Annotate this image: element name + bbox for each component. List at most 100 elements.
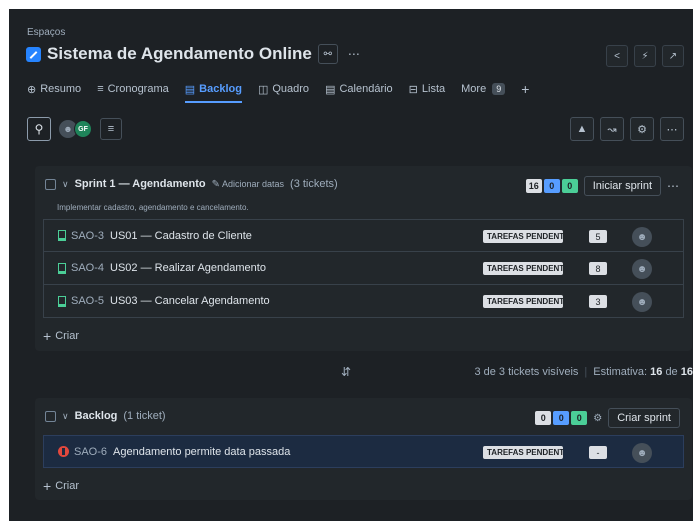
plus-icon: + (43, 478, 52, 494)
settings-icon[interactable]: ⚙ (630, 117, 654, 141)
table-row[interactable]: SAO-3 US01 — Cadastro de Cliente TAREFAS… (43, 219, 684, 252)
status-badge[interactable]: TAREFAS PENDENTES (483, 295, 563, 308)
tab-more[interactable]: More 9 (461, 79, 506, 99)
estimate-badge[interactable]: 3 (589, 295, 607, 308)
tab-bar: ⊕ Resumo ≡ Cronograma ▤ Backlog ◫ Quadro ▤ Ca… (27, 79, 529, 103)
more-options-icon[interactable]: ⋯ (660, 117, 684, 141)
start-sprint-button[interactable]: Iniciar sprint (583, 176, 661, 196)
visible-count: 3 de 3 tickets visíveis (474, 366, 579, 378)
status-badge[interactable]: TAREFAS PENDENTES (483, 230, 563, 243)
table-row[interactable]: SAO-6 Agendamento permite data passada T… (43, 435, 684, 468)
board-icon: ◫ (257, 83, 269, 96)
add-tab-button[interactable]: + (521, 79, 529, 99)
backlog-points: 0 0 0 (535, 411, 588, 425)
create-issue-button[interactable]: + Criar (43, 478, 79, 494)
backlog-icon: ▤ (184, 83, 196, 96)
tab-resumo[interactable]: ⊕ Resumo (27, 79, 81, 99)
issue-key[interactable]: SAO-4 (71, 262, 104, 274)
points-done: 0 (571, 411, 588, 425)
people-icon[interactable]: ⚯ (317, 44, 338, 64)
breadcrumb[interactable]: Espaços (27, 27, 65, 38)
avatar-group: ☻ GF (59, 120, 92, 138)
top-right-actions: < ⚡︎ ↗ (606, 45, 684, 67)
points-done: 0 (561, 179, 578, 193)
tab-backlog[interactable]: ▤ Backlog (184, 79, 243, 103)
edit-icon: ✎ (211, 178, 220, 190)
tab-label: Calendário (339, 83, 393, 95)
assignee-avatar[interactable]: ☻ (632, 259, 652, 279)
toolbar-left: ⚲ ☻ GF ≡ (27, 117, 122, 141)
issue-summary[interactable]: US03 — Cancelar Agendamento (110, 295, 270, 307)
points-in-progress: 0 (553, 411, 570, 425)
issue-key[interactable]: SAO-3 (71, 230, 104, 242)
expand-icon[interactable]: ↗ (662, 45, 684, 67)
create-label: Criar (55, 480, 80, 492)
list-icon: ⊟ (408, 83, 418, 96)
separator: | (584, 366, 588, 378)
avatar[interactable]: GF (74, 120, 92, 138)
more-actions-icon[interactable]: ⋯ (344, 47, 364, 61)
share-icon[interactable]: < (606, 45, 628, 67)
tab-lista[interactable]: ⊟ Lista (409, 79, 445, 99)
estimate-total: 16 (680, 366, 693, 378)
chevron-down-icon[interactable]: ∨ (62, 411, 69, 422)
tab-quadro[interactable]: ◫ Quadro (258, 79, 309, 99)
add-dates-label: Adicionar datas (221, 179, 285, 189)
chevron-down-icon[interactable]: ∨ (62, 179, 69, 190)
sprint-actions: 16 0 0 Iniciar sprint ⋯ (525, 176, 680, 196)
issue-summary[interactable]: US02 — Realizar Agendamento (110, 262, 266, 274)
assignee-avatar[interactable]: ☻ (632, 292, 652, 312)
app-window: Espaços Sistema de Agendamento Online ⚯ … (9, 9, 693, 521)
story-icon (58, 262, 66, 274)
sprint-more-icon[interactable]: ⋯ (667, 179, 680, 193)
backlog-name[interactable]: Backlog (75, 410, 118, 422)
title-row: Sistema de Agendamento Online ⚯ ⋯ (26, 42, 364, 66)
table-row[interactable]: SAO-5 US03 — Cancelar Agendamento TAREFA… (43, 285, 684, 318)
sprint-checkbox[interactable] (45, 178, 56, 190)
assignee-avatar[interactable]: ☻ (632, 227, 652, 247)
lightning-icon[interactable]: ⚡︎ (634, 45, 656, 67)
resize-handle-icon[interactable]: ⇵ (341, 365, 351, 379)
sprint-name[interactable]: Sprint 1 — Agendamento (75, 178, 206, 190)
sprint-header: ∨ Sprint 1 — Agendamento ✎ Adicionar data… (45, 178, 338, 190)
people-settings-icon[interactable]: ⚙ (593, 413, 602, 424)
sprint-description: Implementar cadastro, agendamento e canc… (57, 203, 249, 212)
assignee-avatar[interactable]: ☻ (632, 443, 652, 463)
issue-key[interactable]: SAO-5 (71, 295, 104, 307)
points-todo: 0 (535, 411, 552, 425)
story-icon (58, 295, 66, 307)
search-icon[interactable]: ⚲ (27, 117, 51, 141)
tab-calendario[interactable]: ▤ Calendário (325, 79, 393, 99)
chart-icon[interactable]: ↝ (600, 117, 624, 141)
backlog-ticket-count: (1 ticket) (123, 410, 166, 422)
sprint-issue-list: SAO-3 US01 — Cadastro de Cliente TAREFAS… (43, 219, 684, 318)
backlog-checkbox[interactable] (45, 410, 56, 422)
insights-icon[interactable]: ▲ (570, 117, 594, 141)
more-count-badge: 9 (492, 83, 506, 95)
estimate-value: 16 (650, 366, 663, 378)
create-issue-button[interactable]: + Criar (43, 328, 79, 344)
estimate-badge[interactable]: - (589, 446, 607, 459)
issue-key[interactable]: SAO-6 (74, 446, 107, 458)
sprint-ticket-count: (3 tickets) (290, 178, 338, 190)
issue-summary[interactable]: US01 — Cadastro de Cliente (110, 230, 252, 242)
create-sprint-button[interactable]: Criar sprint (608, 408, 680, 428)
timeline-icon: ≡ (97, 83, 104, 95)
estimate-badge[interactable]: 8 (589, 262, 607, 275)
table-row[interactable]: SAO-4 US02 — Realizar Agendamento TAREFA… (43, 252, 684, 285)
globe-icon: ⊕ (27, 83, 37, 96)
tab-label: Quadro (272, 83, 310, 95)
bug-icon (58, 446, 69, 457)
story-icon (58, 230, 66, 241)
status-badge[interactable]: TAREFAS PENDENTES (483, 262, 563, 275)
visible-summary: 3 de 3 tickets visíveis | Estimativa: 16… (474, 366, 693, 378)
estimate-badge[interactable]: 5 (589, 230, 607, 243)
tab-label: More (461, 83, 487, 95)
project-icon (26, 46, 41, 62)
status-badge[interactable]: TAREFAS PENDENTES (483, 446, 563, 459)
issue-summary[interactable]: Agendamento permite data passada (113, 446, 290, 458)
add-dates-link[interactable]: ✎ Adicionar datas (212, 179, 284, 190)
tab-cronograma[interactable]: ≡ Cronograma (97, 79, 169, 99)
tab-label: Lista (421, 83, 446, 95)
filter-icon[interactable]: ≡ (100, 118, 122, 140)
